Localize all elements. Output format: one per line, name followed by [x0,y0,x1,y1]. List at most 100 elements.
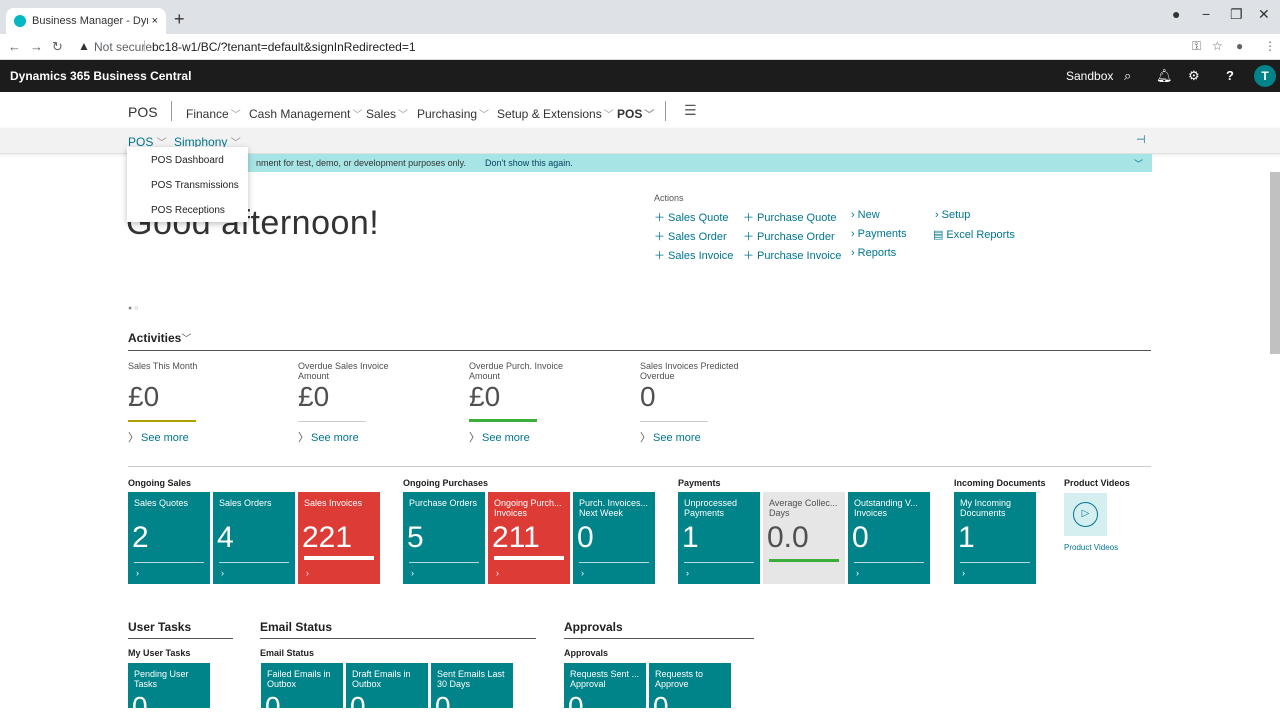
gear-icon[interactable]: ⚙ [1188,68,1200,84]
cue-underline [219,562,289,563]
warning-icon[interactable]: ▲ [78,39,90,53]
app-name: POS [128,104,158,120]
browser-tab[interactable]: Business Manager - Dynamics 365 × [6,8,166,34]
key-icon[interactable]: ⚿ [1192,39,1201,54]
chevron-right-icon: › [306,568,309,578]
menu-finance[interactable]: Finance ﹀ [186,106,241,121]
more-menu-icon[interactable]: ⋮ [1264,39,1276,53]
avatar[interactable]: T [1254,65,1276,87]
action-payments[interactable]: › Payments [851,228,907,240]
activities-title[interactable]: Activities﹀ [128,330,191,345]
cue-sent-emails[interactable]: Sent Emails Last 30 Days 0 [431,663,513,720]
chevron-down-icon[interactable]: ﹀ [1134,157,1143,170]
see-more-link[interactable]: 〉 See more [640,429,701,445]
action-payments-label: Payments [857,228,907,240]
product-videos-tile[interactable]: ▷ [1064,493,1107,536]
cue-requests-sent-approval[interactable]: Requests Sent ... Approval 0 [564,663,646,720]
cue-draft-emails[interactable]: Draft Emails in Outbox 0 [346,663,428,720]
profile-icon[interactable]: ● [1172,6,1180,22]
cue-average-collection-days[interactable]: Average Collec... Days 0.0 [763,492,845,584]
see-more-link[interactable]: 〉 See more [298,429,359,445]
cue-sales-invoices[interactable]: Sales Invoices 221 › [298,492,380,584]
kpi-indicator-bar [469,419,537,422]
cue-caption: Average Collec... Days [769,498,838,518]
kpi-indicator-line [640,421,708,422]
cue-caption: Draft Emails in Outbox [352,669,411,689]
cue-purchase-orders[interactable]: Purchase Orders 5 › [403,492,485,584]
action-new[interactable]: › New [851,209,880,221]
action-setup[interactable]: › Setup [935,209,970,221]
action-sales-quote[interactable]: ＋ Sales Quote [654,209,729,225]
menu-setup-extensions[interactable]: Setup & Extensions ﹀ [497,106,614,121]
menu-purchasing[interactable]: Purchasing ﹀ [417,106,489,121]
cue-value: 0 [577,521,594,554]
menu-sales[interactable]: Sales ﹀ [366,106,408,121]
vertical-scrollbar[interactable] [1270,172,1280,354]
reload-icon[interactable]: ↻ [52,39,63,55]
action-purchase-invoice[interactable]: ＋ Purchase Invoice [743,247,841,263]
kpi-value[interactable]: £0 [469,382,500,412]
pin-icon[interactable]: ⊣ [1136,133,1146,146]
cue-caption: Sales Quotes [134,498,189,508]
menu-item-pos-dashboard[interactable]: POS Dashboard [151,155,224,166]
cue-value: 0 [653,691,669,720]
see-more-link[interactable]: 〉 See more [128,429,189,445]
cue-caption: My Incoming Documents [960,498,1012,518]
user-tasks-title: User Tasks [128,620,192,634]
cue-failed-emails[interactable]: Failed Emails in Outbox 0 [261,663,343,720]
address-bar: ← → ↻ ▲ Not secure | bc18-w1/BC/?tenant=… [0,34,1280,60]
minimize-icon[interactable]: − [1202,6,1210,22]
menu-sales-label: Sales [366,107,397,121]
action-purchase-quote[interactable]: ＋ Purchase Quote [743,209,837,225]
action-reports[interactable]: › Reports [851,247,896,259]
cue-requests-to-approve[interactable]: Requests to Approve 0 [649,663,731,720]
cue-ongoing-purch-invoices[interactable]: Ongoing Purch... Invoices 211 › [488,492,570,584]
menu-pos[interactable]: POS ﹀ [617,106,654,121]
cue-underline [134,562,204,563]
kpi-value[interactable]: £0 [298,382,329,412]
brand-title[interactable]: Dynamics 365 Business Central [10,69,191,83]
close-tab-icon[interactable]: × [152,15,158,27]
kpi-caption: Sales Invoices Predicted Overdue [640,361,739,381]
product-videos-link[interactable]: Product Videos [1064,543,1118,552]
action-purchase-order[interactable]: ＋ Purchase Order [743,228,835,244]
cue-pending-user-tasks[interactable]: Pending User Tasks 0 [128,663,210,720]
action-sales-invoice-label: Sales Invoice [668,250,734,262]
action-sales-invoice[interactable]: ＋ Sales Invoice [654,247,733,263]
dont-show-again-link[interactable]: Don't show this again. [485,158,573,168]
cue-sales-quotes[interactable]: Sales Quotes 2 › [128,492,210,584]
close-window-icon[interactable]: ✕ [1258,6,1270,23]
kpi-value[interactable]: £0 [128,382,159,412]
menu-item-pos-transmissions[interactable]: POS Transmissions [151,180,239,191]
action-sales-order[interactable]: ＋ Sales Order [654,228,727,244]
chevron-right-icon: › [962,568,965,578]
cue-purch-invoices-next-week[interactable]: Purch. Invoices... Next Week 0 › [573,492,655,584]
carousel-dots[interactable]: ● ○ [128,305,138,312]
back-icon[interactable]: ← [8,39,21,54]
chevron-down-icon: ﹀ [603,110,614,121]
cue-sales-orders[interactable]: Sales Orders 4 › [213,492,295,584]
menu-item-pos-receptions[interactable]: POS Receptions [151,205,225,216]
kpi-value[interactable]: 0 [640,382,656,412]
cue-my-incoming-documents[interactable]: My Incoming Documents 1 › [954,492,1036,584]
help-icon[interactable]: ? [1226,68,1234,83]
hamburger-menu-icon[interactable]: ☰ [684,102,697,119]
menu-cash-management[interactable]: Cash Management ﹀ [249,106,362,121]
url-field[interactable]: bc18-w1/BC/?tenant=default&signInRedirec… [152,40,416,54]
cue-value: 1 [958,521,975,554]
cue-outstanding-vendor-invoices[interactable]: Outstanding V... Invoices 0 › [848,492,930,584]
cue-underline [579,562,649,563]
cue-underline [960,562,1030,563]
cue-value: 211 [492,521,540,554]
restore-icon[interactable]: ❐ [1230,6,1243,23]
notification-bell-icon[interactable]: 🔔︎ [1156,68,1173,84]
new-tab-icon[interactable]: + [174,10,185,28]
star-icon[interactable]: ☆ [1212,39,1223,53]
search-icon[interactable]: ⌕ [1124,68,1131,84]
actions-title: Actions [654,193,684,203]
action-excel-reports[interactable]: ▤ Excel Reports [933,228,1015,241]
cue-unprocessed-payments[interactable]: Unprocessed Payments 1 › [678,492,760,584]
see-more-link[interactable]: 〉 See more [469,429,530,445]
forward-icon[interactable]: → [30,39,43,54]
account-icon[interactable]: ● [1236,39,1243,53]
